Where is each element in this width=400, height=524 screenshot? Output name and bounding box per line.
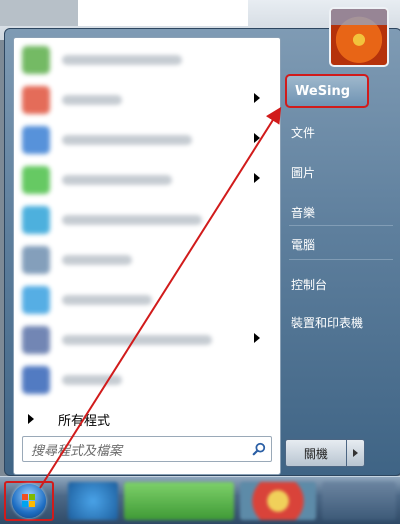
ie-icon[interactable] [68,482,118,520]
program-icon [22,46,50,74]
right-item-control-panel[interactable]: 控制台 [291,269,387,299]
program-label-blurred [62,295,152,305]
shutdown-button[interactable]: 關機 [285,439,347,467]
program-icon [22,86,50,114]
right-item-label: 音樂 [291,205,316,220]
program-item[interactable] [22,204,272,236]
program-item[interactable] [22,164,272,196]
program-label-blurred [62,335,212,345]
program-label-blurred [62,375,122,385]
chrome-icon[interactable] [240,482,316,520]
program-icon [22,246,50,274]
avatar-sky [331,9,387,25]
program-label-blurred [62,95,122,105]
divider [289,259,393,260]
program-label-blurred [62,255,132,265]
right-item-music[interactable]: 音樂 [291,197,387,227]
right-item-documents[interactable]: 文件 [291,117,387,147]
program-item[interactable] [22,84,272,116]
program-item[interactable] [22,244,272,276]
right-item-label: 圖片 [291,165,316,180]
submenu-arrow-icon[interactable] [254,93,260,103]
right-item-wesing[interactable]: WeSing [285,74,369,108]
pinned-program-list [14,38,280,410]
program-icon [22,366,50,394]
program-item[interactable] [22,124,272,156]
program-icon [22,126,50,154]
submenu-arrow-icon[interactable] [254,133,260,143]
start-menu-right-pane: WeSing 文件 圖片 音樂 電腦 控制台 裝置和印表機 關機 [281,7,399,475]
program-icon [22,206,50,234]
program-icon [22,326,50,354]
desktop-white-block [78,0,248,26]
taskbar-item-blurred[interactable] [322,482,396,520]
search-icon[interactable] [247,442,271,456]
program-item[interactable] [22,284,272,316]
right-item-computer[interactable]: 電腦 [291,229,387,259]
right-item-label: 電腦 [291,237,316,252]
right-item-label: 文件 [291,125,316,140]
program-item[interactable] [22,324,272,356]
right-item-devices-printers[interactable]: 裝置和印表機 [291,307,387,337]
taskbar [0,476,400,524]
shutdown-options-button[interactable] [346,439,365,467]
divider [289,225,393,226]
start-button[interactable] [4,481,54,521]
submenu-arrow-icon[interactable] [254,333,260,343]
start-menu: 所有程式 搜尋程式及檔案 WeSing 文件 圖片 音樂 電腦 控制台 裝置和印… [4,7,400,476]
right-item-label: WeSing [295,83,351,99]
all-programs-label: 所有程式 [58,413,111,429]
program-label-blurred [62,55,182,65]
expand-arrow-icon [28,414,34,424]
folder-icon[interactable] [124,482,234,520]
right-item-label: 控制台 [291,277,328,292]
program-label-blurred [62,215,202,225]
right-item-label: 裝置和印表機 [291,315,364,330]
user-avatar[interactable] [329,7,389,67]
program-icon [22,286,50,314]
desktop-gray-block [0,0,78,26]
all-programs-item[interactable]: 所有程式 [28,408,110,430]
program-item[interactable] [22,44,272,76]
program-item[interactable] [22,364,272,396]
submenu-arrow-icon[interactable] [254,173,260,183]
search-input[interactable]: 搜尋程式及檔案 [23,440,247,459]
start-menu-left-pane: 所有程式 搜尋程式及檔案 [13,37,281,475]
search-box[interactable]: 搜尋程式及檔案 [22,436,272,462]
program-label-blurred [62,175,172,185]
program-label-blurred [62,135,192,145]
right-item-pictures[interactable]: 圖片 [291,157,387,187]
windows-start-orb-icon [12,484,46,518]
shutdown-control: 關機 [285,439,365,467]
chevron-right-icon [352,449,358,457]
program-icon [22,166,50,194]
